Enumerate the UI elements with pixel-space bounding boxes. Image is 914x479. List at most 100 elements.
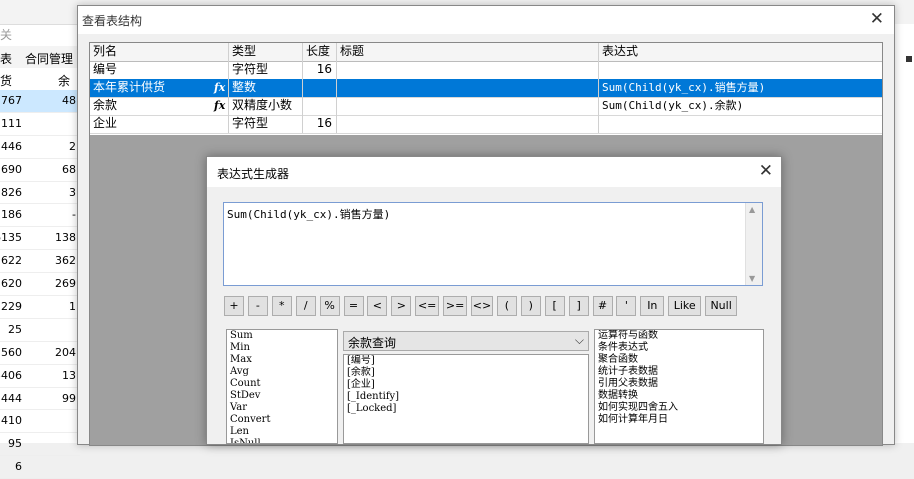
operator-button[interactable]: / xyxy=(295,296,316,316)
close-icon[interactable]: ✕ xyxy=(759,161,773,181)
operator-button[interactable]: ] xyxy=(568,296,589,316)
expression-text: Sum(Child(yk_cx).销售方量) xyxy=(227,208,391,221)
cell-type: 整数 xyxy=(229,79,303,97)
background-table-row: 186 - xyxy=(0,204,80,228)
function-item[interactable]: StDev xyxy=(227,390,337,402)
background-cell: 5767 xyxy=(0,94,22,107)
formula-icon: fx xyxy=(214,81,226,94)
field-item[interactable]: [_Identify] xyxy=(344,391,588,403)
operator-button[interactable]: + xyxy=(224,296,244,316)
operator-button[interactable]: # xyxy=(592,296,613,316)
background-table-row: 6 xyxy=(0,456,80,479)
background-cell: 48 xyxy=(62,94,76,107)
background-table-row: 5620 269 xyxy=(0,273,80,297)
cell-type: 字符型 xyxy=(229,115,303,133)
category-list[interactable]: 运算符与函数 条件表达式 聚合函数 统计子表数据 引用父表数据 数据转换 如何实现四舍五入如… xyxy=(594,329,764,444)
operator-button[interactable]: > xyxy=(391,296,412,316)
operator-toolbar: + - * /% = < > <= >= <>()[] # ' In Like Null xyxy=(224,296,764,318)
table-row[interactable]: 企业 字符型 16 xyxy=(90,115,882,134)
category-item[interactable]: 如何实现四舍五入 xyxy=(595,402,763,414)
operator-button[interactable]: ' xyxy=(616,296,637,316)
function-item[interactable]: Var xyxy=(227,402,337,414)
function-item[interactable]: Count xyxy=(227,378,337,390)
background-table-row: 25 xyxy=(0,319,80,342)
category-item[interactable]: 引用父表数据 xyxy=(595,378,763,390)
operator-button[interactable]: < xyxy=(367,296,388,316)
cell-caption xyxy=(337,61,599,79)
background-cell: 95 xyxy=(8,437,22,451)
background-cell: 186 xyxy=(1,208,22,222)
operator-button[interactable]: Null xyxy=(705,296,738,316)
category-item[interactable]: 条件表达式 xyxy=(595,342,763,354)
table-row[interactable]: 编号 字符型 16 xyxy=(90,61,882,80)
field-item[interactable]: [_Locked] xyxy=(344,403,588,415)
category-item[interactable]: 统计子表数据 xyxy=(595,366,763,378)
column-header-expression[interactable]: 表达式 xyxy=(599,43,882,61)
field-item[interactable]: [编号] xyxy=(344,355,588,367)
category-item[interactable]: 数据转换 xyxy=(595,390,763,402)
table-select[interactable]: 余款查询 ⌵ xyxy=(343,331,589,351)
expression-scrollbar[interactable]: ▲ ▼ xyxy=(745,203,762,285)
table-row[interactable]: 本年累计供货 整数 Sum(Child(yk_cx).销售方量) fx xyxy=(90,79,882,98)
background-table-row: 229 1 xyxy=(0,296,80,319)
field-list[interactable]: [编号] [余款] [企业] [_Identify] [_Locked] xyxy=(343,354,589,444)
operator-button[interactable]: Like xyxy=(668,296,702,316)
category-item[interactable]: 如何计算年月日 xyxy=(595,414,763,426)
background-table-row: 446 2 xyxy=(0,136,80,159)
operator-button[interactable]: <= xyxy=(415,296,440,316)
function-item[interactable]: Max xyxy=(227,354,337,366)
operator-button[interactable]: ) xyxy=(520,296,541,316)
operator-button[interactable]: >= xyxy=(443,296,468,316)
function-item[interactable]: Avg xyxy=(227,366,337,378)
field-item[interactable]: [余款] xyxy=(344,367,588,379)
operator-button[interactable]: ( xyxy=(496,296,517,316)
operator-button[interactable]: [ xyxy=(544,296,565,316)
function-item[interactable]: Len xyxy=(227,426,337,438)
field-item[interactable]: [企业] xyxy=(344,379,588,391)
function-list[interactable]: Sum Min Max Avg Count StDev Var Convert Len IsNul… xyxy=(226,329,338,444)
operator-button[interactable]: - xyxy=(247,296,268,316)
background-table-subheader: 货 余款 xyxy=(0,68,80,105)
close-icon[interactable]: ✕ xyxy=(870,9,884,29)
cell-length xyxy=(303,97,337,115)
background-cell: 6135 xyxy=(0,231,22,245)
scroll-up-icon[interactable]: ▲ xyxy=(749,205,755,214)
column-header-name[interactable]: 列名 xyxy=(90,43,229,61)
function-item[interactable]: IsNull xyxy=(227,438,337,443)
cell-caption xyxy=(337,79,599,97)
operator-button[interactable]: In xyxy=(640,296,665,316)
dialog-title: 查看表结构 xyxy=(82,14,143,28)
background-cell: 6 xyxy=(15,460,22,474)
expression-builder-title: 表达式生成器 xyxy=(217,167,290,181)
cell-expression xyxy=(599,115,882,133)
background-table-row: 444 99 xyxy=(0,388,80,411)
cell-length xyxy=(303,79,337,97)
background-table-row: 690 68 xyxy=(0,159,80,182)
column-header-type[interactable]: 类型 xyxy=(229,43,303,61)
function-item[interactable]: Sum xyxy=(227,330,337,342)
background-cell: 269 xyxy=(55,277,76,291)
expression-builder-dialog: 表达式生成器 ✕ Sum(Child(yk_cx).销售方量) ▲ ▼ + - * /… xyxy=(206,156,782,445)
table-row[interactable]: 余款 双精度小数 Sum(Child(yk_cx).余款) fx xyxy=(90,97,882,116)
scroll-down-icon[interactable]: ▼ xyxy=(749,274,755,283)
operator-button[interactable]: % xyxy=(319,296,340,316)
function-item[interactable]: Convert xyxy=(227,414,337,426)
expression-input[interactable]: Sum(Child(yk_cx).销售方量) ▲ ▼ xyxy=(223,202,763,286)
column-header-length[interactable]: 长度 xyxy=(303,43,337,61)
background-table-row: 6135 138 xyxy=(0,227,80,251)
category-item[interactable]: 聚合函数 xyxy=(595,354,763,366)
operator-button[interactable]: = xyxy=(343,296,364,316)
function-item[interactable]: Min xyxy=(227,342,337,354)
background-table-row: 5767 48 xyxy=(0,90,80,113)
background-cell: 1 xyxy=(69,300,76,314)
cell-name: 本年累计供货 xyxy=(90,79,229,97)
operator-button[interactable]: * xyxy=(271,296,292,316)
cell-caption xyxy=(337,115,599,133)
chevron-down-icon[interactable]: ⌵ xyxy=(575,333,584,348)
column-header-caption[interactable]: 标题 xyxy=(337,43,599,61)
operator-button[interactable]: <> xyxy=(471,296,493,316)
category-item[interactable]: 运算符与函数 xyxy=(595,330,763,342)
background-cell: 446 xyxy=(1,139,22,153)
dialog-titlebar: 查看表结构 ✕ xyxy=(78,6,894,34)
cell-expression: Sum(Child(yk_cx).余款) xyxy=(602,99,744,112)
